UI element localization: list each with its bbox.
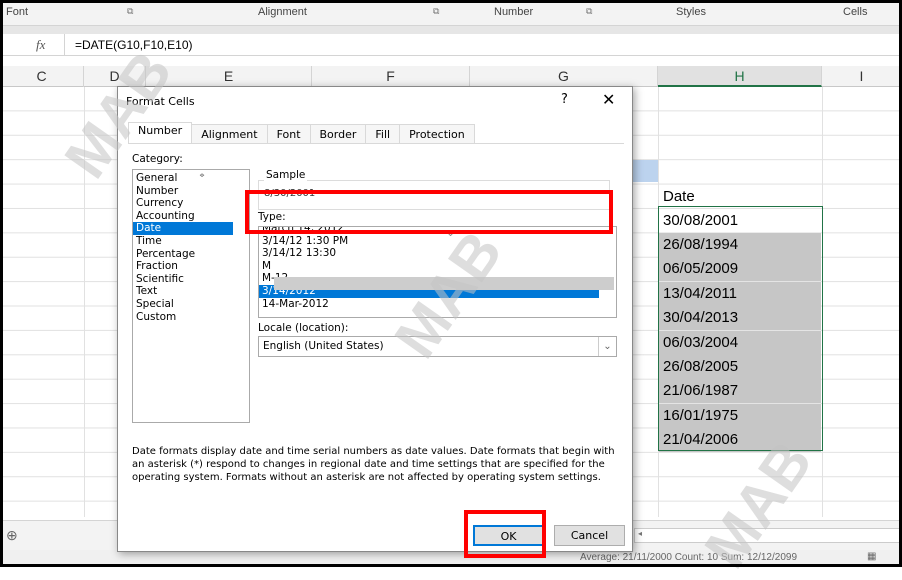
category-item[interactable]: Currency <box>133 197 233 210</box>
type-list[interactable]: March 14, 2012 3/14/12 1:30 PM 3/14/12 1… <box>258 226 617 318</box>
horizontal-scrollbar[interactable]: ◂ <box>634 528 900 543</box>
formula-input[interactable]: =DATE(G10,F10,E10) <box>64 34 203 56</box>
format-cells-dialog: Format Cells ? ✕ Number Alignment Font B… <box>117 86 633 552</box>
highlight-ok-box <box>464 510 546 558</box>
category-item[interactable]: Percentage <box>133 248 233 261</box>
tab-divider <box>128 143 624 144</box>
ribbon-group-alignment: Alignment <box>258 6 307 18</box>
column-header-h[interactable]: H <box>658 66 822 87</box>
type-scrollbar-thumb[interactable] <box>274 277 614 290</box>
category-item[interactable]: Scientific <box>133 273 233 286</box>
dialog-launcher-icon[interactable]: ⧉ <box>433 6 439 17</box>
category-item[interactable]: Time <box>133 235 233 248</box>
category-item[interactable]: Accounting <box>133 210 233 223</box>
tab-alignment[interactable]: Alignment <box>191 124 268 144</box>
column-header-i[interactable]: I <box>822 66 902 87</box>
column-header-c[interactable]: C <box>0 66 84 87</box>
category-item[interactable]: Custom <box>133 311 233 324</box>
status-summary: Average: 21/11/2000 Count: 10 Sum: 12/12… <box>580 552 798 563</box>
ribbon-gap <box>0 26 902 34</box>
highlight-type-box <box>245 190 613 234</box>
column-header-f[interactable]: F <box>312 66 470 87</box>
dialog-title: Format Cells <box>126 95 195 108</box>
category-item[interactable]: Fraction <box>133 260 233 273</box>
category-item[interactable]: Number <box>133 185 233 198</box>
help-button[interactable]: ? <box>561 92 568 107</box>
dialog-launcher-icon[interactable]: ⧉ <box>586 6 592 17</box>
tab-font[interactable]: Font <box>266 124 311 144</box>
close-button[interactable]: ✕ <box>602 90 615 109</box>
ribbon-group-number: Number <box>494 6 534 18</box>
category-label: Category: <box>132 153 183 165</box>
format-description: Date formats display date and time seria… <box>132 446 615 483</box>
tab-number[interactable]: Number <box>128 122 193 144</box>
normal-view-icon[interactable]: ▦ <box>867 551 876 562</box>
ribbon-group-cells: Cells <box>843 6 868 18</box>
column-headers: C D E F G H I <box>0 66 902 87</box>
cancel-button[interactable]: Cancel <box>554 525 625 546</box>
category-scrollbar[interactable]: ⌃ ⌄ <box>149 168 249 184</box>
fx-icon[interactable]: fx <box>36 37 45 53</box>
chevron-down-icon[interactable]: ⌄ <box>598 337 616 356</box>
status-bar: Average: 21/11/2000 Count: 10 Sum: 12/12… <box>0 550 902 567</box>
add-sheet-icon[interactable]: ⊕ <box>6 527 18 544</box>
dialog-tabs: Number Alignment Font Border Fill Protec… <box>128 122 475 144</box>
gridline <box>84 87 85 517</box>
type-item[interactable]: M <box>259 260 599 273</box>
type-item[interactable]: 14-Mar-2012 <box>259 298 599 311</box>
category-item[interactable]: Special <box>133 298 233 311</box>
sample-label: Sample <box>264 169 308 181</box>
tab-fill[interactable]: Fill <box>365 124 401 144</box>
type-item[interactable]: 3/14/12 13:30 <box>259 247 599 260</box>
tab-border[interactable]: Border <box>309 124 367 144</box>
ribbon-group-labels: Font ⧉ Alignment ⧉ Number ⧉ Styles Cells <box>0 0 902 26</box>
category-item[interactable]: Text <box>133 285 233 298</box>
locale-value: English (United States) <box>263 340 384 352</box>
column-header-e[interactable]: E <box>146 66 312 87</box>
tab-protection[interactable]: Protection <box>399 124 475 144</box>
column-header-g[interactable]: G <box>470 66 658 87</box>
selection-border <box>658 206 823 451</box>
ribbon-group-font: Font <box>6 6 29 18</box>
locale-select[interactable]: English (United States) ⌄ <box>258 336 617 357</box>
column-header-d[interactable]: D <box>84 66 146 87</box>
category-item-selected[interactable]: Date <box>133 222 233 235</box>
category-list[interactable]: General Number Currency Accounting Date … <box>132 168 250 423</box>
formula-bar: fx =DATE(G10,F10,E10) <box>0 34 902 56</box>
ribbon-group-styles: Styles <box>676 6 706 18</box>
locale-label: Locale (location): <box>258 322 349 334</box>
dialog-launcher-icon[interactable]: ⧉ <box>127 6 133 17</box>
